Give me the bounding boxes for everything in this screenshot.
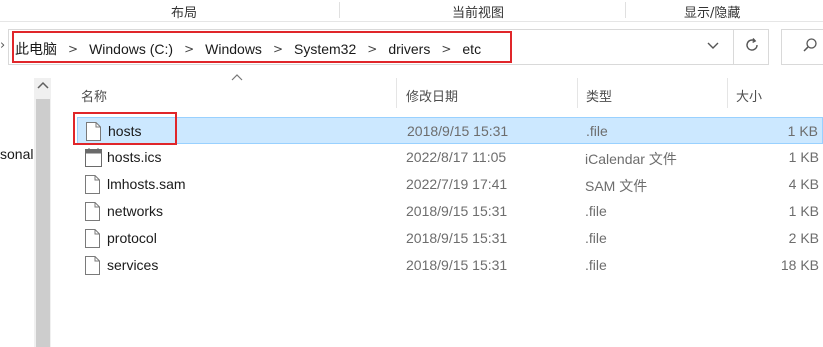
- file-row-protocol[interactable]: protocol 2018/9/15 15:31 .file 2 KB: [77, 225, 823, 252]
- file-name: protocol: [107, 230, 157, 246]
- chevron-down-icon[interactable]: [706, 38, 720, 56]
- column-divider[interactable]: [396, 78, 397, 108]
- column-divider[interactable]: [577, 78, 578, 108]
- column-header-size[interactable]: 大小: [736, 86, 762, 105]
- file-date: 2022/7/19 17:41: [406, 176, 508, 192]
- document-icon: [85, 202, 100, 221]
- file-date: 2018/9/15 15:31: [406, 230, 508, 246]
- file-row-networks[interactable]: networks 2018/9/15 15:31 .file 1 KB: [77, 198, 823, 225]
- file-type: .file: [585, 203, 607, 219]
- file-row-hosts-ics[interactable]: hosts.ics 2022/8/17 11:05 iCalendar 文件 1…: [77, 144, 823, 171]
- file-size: 1 KB: [787, 123, 818, 139]
- file-type: iCalendar 文件: [585, 151, 677, 167]
- file-size: 4 KB: [788, 176, 819, 192]
- search-icon: [802, 37, 818, 57]
- sort-ascending-icon: [231, 74, 243, 84]
- file-name: hosts.ics: [107, 149, 162, 165]
- nav-scrollbar-thumb[interactable]: [36, 99, 50, 347]
- search-input[interactable]: [781, 29, 823, 65]
- refresh-icon: [744, 37, 760, 57]
- column-header-date[interactable]: 修改日期: [406, 86, 458, 105]
- column-header-name[interactable]: 名称: [81, 86, 107, 105]
- file-size: 1 KB: [788, 203, 819, 219]
- file-name: lmhosts.sam: [107, 176, 186, 192]
- ribbon-group-current-view: 当前视图: [452, 6, 505, 21]
- file-row-hosts[interactable]: hosts 2018/9/15 15:31 .file 1 KB: [77, 117, 823, 144]
- file-size: 18 KB: [780, 257, 819, 273]
- nav-item-truncated[interactable]: sonal: [0, 146, 33, 162]
- file-type: .file: [585, 257, 607, 273]
- document-icon: [85, 175, 100, 194]
- refresh-button[interactable]: [733, 29, 769, 65]
- navigation-pane[interactable]: [0, 78, 33, 347]
- ribbon-group-layout: 布局: [171, 6, 198, 21]
- scroll-up-arrow-icon[interactable]: [37, 80, 49, 93]
- file-type: SAM 文件: [585, 178, 648, 194]
- file-size: 1 KB: [788, 149, 819, 165]
- file-type: .file: [585, 230, 607, 246]
- file-date: 2018/9/15 15:31: [406, 203, 508, 219]
- nav-chevron-right-icon[interactable]: ›: [0, 38, 5, 53]
- file-type: .file: [586, 123, 608, 139]
- document-icon: [85, 229, 100, 248]
- file-row-lmhosts-sam[interactable]: lmhosts.sam 2022/7/19 17:41 SAM 文件 4 KB: [77, 171, 823, 198]
- column-header-type[interactable]: 类型: [586, 86, 612, 105]
- calendar-file-icon: [85, 148, 102, 167]
- hosts-highlight-box: [73, 112, 177, 145]
- address-highlight-box: [12, 31, 512, 63]
- ribbon-group-labels: 布局 当前视图 显示/隐藏: [0, 0, 823, 22]
- file-date: 2022/8/17 11:05: [406, 149, 507, 165]
- file-name: services: [107, 257, 159, 273]
- ribbon-divider: [339, 2, 340, 18]
- file-row-services[interactable]: services 2018/9/15 15:31 .file 18 KB: [77, 252, 823, 279]
- file-date: 2018/9/15 15:31: [406, 257, 508, 273]
- ribbon-divider: [625, 2, 626, 18]
- file-date: 2018/9/15 15:31: [407, 123, 509, 139]
- column-divider[interactable]: [727, 78, 728, 108]
- file-name: networks: [107, 203, 164, 219]
- document-icon: [85, 256, 100, 275]
- file-size: 2 KB: [788, 230, 819, 246]
- ribbon-group-show-hide: 显示/隐藏: [684, 6, 741, 21]
